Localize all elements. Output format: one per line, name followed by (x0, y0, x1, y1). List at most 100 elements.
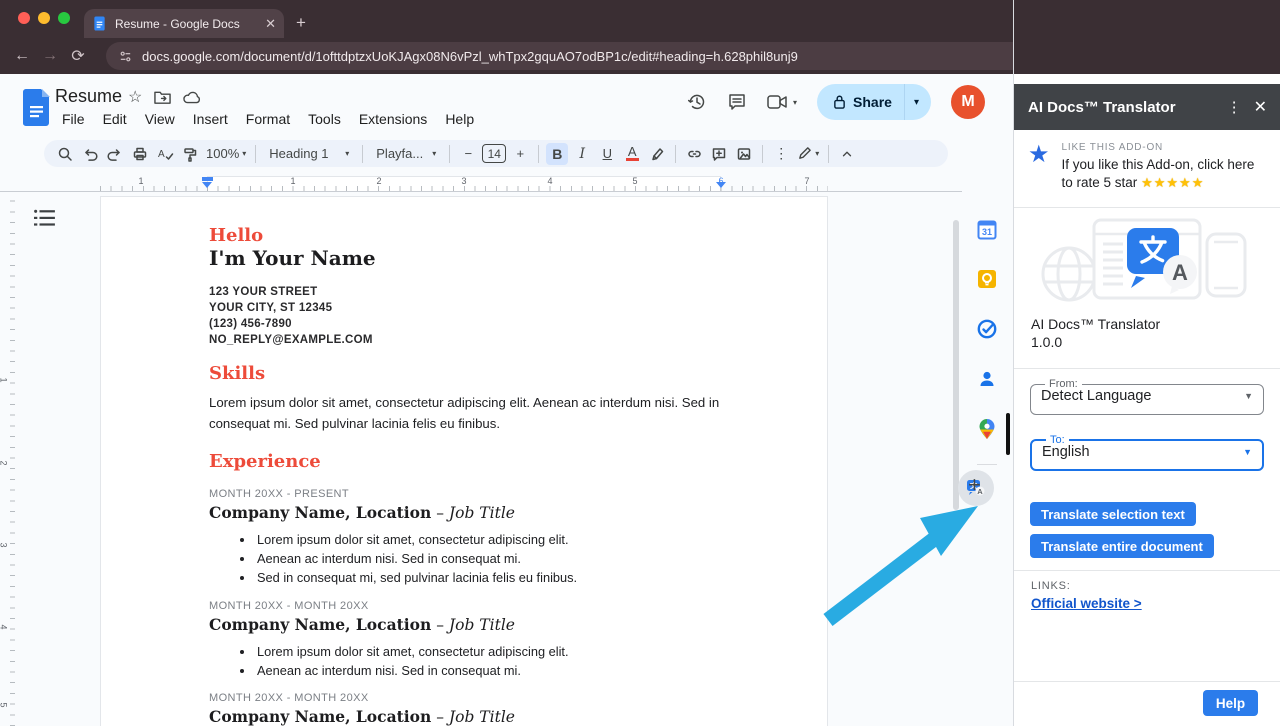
decrease-font-size-button[interactable]: − (457, 143, 479, 165)
editing-mode-select[interactable]: ▾ (795, 143, 821, 165)
rate-addon-block[interactable]: ★ LIKE THIS ADD-ON If you like this Add-… (1028, 142, 1268, 191)
forward-icon[interactable]: → (36, 47, 64, 65)
hide-menus-chevron-icon[interactable] (836, 143, 858, 165)
menu-format[interactable]: Format (239, 110, 297, 128)
doc-heading-hello: Hello (209, 225, 723, 246)
from-caret-icon: ▼ (1244, 391, 1253, 401)
menu-bar: File Edit View Insert Format Tools Exten… (55, 110, 481, 128)
increase-font-size-button[interactable]: + (509, 143, 531, 165)
get-add-ons-plus-button[interactable]: + (968, 472, 981, 498)
highlight-color-icon[interactable] (646, 143, 668, 165)
addon-menu-kebab-icon[interactable]: ⋮ (1215, 98, 1254, 116)
entry-dash: – (436, 504, 444, 522)
vertical-ruler[interactable]: 1 2 3 4 5 (0, 192, 16, 726)
fullscreen-window-button[interactable] (58, 12, 70, 24)
from-value: Detect Language (1041, 388, 1151, 404)
menu-help[interactable]: Help (438, 110, 481, 128)
new-tab-button[interactable]: + (296, 13, 306, 33)
font-select[interactable]: Playfa...▾ (370, 143, 442, 165)
ruler-number: 5 (630, 176, 640, 186)
calendar-icon[interactable]: 31 (974, 217, 1000, 243)
undo-icon[interactable] (79, 143, 101, 165)
share-caret-icon[interactable]: ▾ (905, 97, 931, 108)
share-button[interactable]: Share (817, 94, 904, 110)
font-size-input[interactable]: 14 (482, 144, 506, 163)
menu-extensions[interactable]: Extensions (352, 110, 434, 128)
addon-close-icon[interactable]: ✕ (1254, 97, 1267, 117)
tab-close-icon[interactable]: ✕ (265, 16, 276, 32)
version-history-icon[interactable] (687, 92, 707, 112)
window-controls[interactable] (18, 12, 70, 24)
sidebar-chrome-fill (1014, 0, 1280, 84)
from-language-select[interactable]: From: Detect Language▼ (1030, 378, 1264, 415)
left-indent-marker[interactable] (202, 177, 213, 188)
zoom-select[interactable]: 100%▾ (204, 143, 248, 165)
close-window-button[interactable] (18, 12, 30, 24)
bold-button[interactable]: B (546, 143, 568, 165)
docs-profile-avatar[interactable]: M (951, 85, 985, 119)
to-value: English (1042, 444, 1090, 460)
doc-heading-name: I'm Your Name (209, 246, 723, 271)
doc-heading-experience: Experience (209, 451, 723, 472)
to-language-select[interactable]: To: English▼ (1030, 434, 1264, 471)
doc-contact-city: YOUR CITY, ST 12345 (209, 300, 723, 316)
menu-view[interactable]: View (138, 110, 182, 128)
paint-format-icon[interactable] (179, 143, 201, 165)
addon-header: AI Docs™ Translator ⋮ ✕ (1014, 84, 1280, 130)
show-outline-icon[interactable] (32, 208, 58, 230)
url-bar[interactable]: docs.google.com/document/d/1ofttdptzxUoK… (106, 42, 1064, 70)
tasks-icon[interactable] (974, 316, 1000, 342)
menu-tools[interactable]: Tools (301, 110, 348, 128)
ruler-number: 2 (374, 176, 384, 186)
redo-icon[interactable] (104, 143, 126, 165)
menu-file[interactable]: File (55, 110, 92, 128)
translate-selection-button[interactable]: Translate selection text (1030, 502, 1196, 526)
contacts-icon[interactable] (974, 366, 1000, 392)
reload-icon[interactable]: ⟳ (64, 46, 92, 66)
links-heading: LINKS: (1031, 580, 1071, 592)
ruler-number: 2 (0, 460, 9, 465)
minimize-window-button[interactable] (38, 12, 50, 24)
panel-resize-handle[interactable] (1006, 413, 1010, 455)
search-menus-icon[interactable] (54, 143, 76, 165)
insert-link-icon[interactable] (683, 143, 705, 165)
paragraph-style-select[interactable]: Heading 1▾ (263, 143, 355, 165)
text-color-button[interactable]: A (621, 143, 643, 165)
official-website-link[interactable]: Official website > (1031, 596, 1142, 611)
more-toolbar-kebab-icon[interactable]: ⋮ (770, 143, 792, 165)
menu-edit[interactable]: Edit (96, 110, 134, 128)
star-document-icon[interactable]: ☆ (128, 87, 142, 107)
browser-tab[interactable]: Resume - Google Docs ✕ (84, 9, 284, 38)
maps-icon[interactable] (974, 416, 1000, 442)
entry-bullet: Lorem ipsum dolor sit amet, consectetur … (255, 642, 723, 661)
ruler-number: 4 (545, 176, 555, 186)
add-comment-icon[interactable] (708, 143, 730, 165)
horizontal-ruler[interactable]: 1 1 2 3 4 5 6 7 (0, 176, 1013, 192)
google-docs-logo[interactable] (22, 89, 50, 126)
keep-icon[interactable] (974, 266, 1000, 292)
svg-text:A: A (158, 149, 165, 160)
entry-company: Company Name, Location (209, 615, 431, 634)
meet-call-button[interactable]: ▾ (767, 94, 797, 110)
entry-dates: MONTH 20XX - MONTH 20XX (209, 599, 723, 613)
right-indent-marker[interactable] (716, 182, 726, 188)
print-icon[interactable] (129, 143, 151, 165)
move-to-folder-icon[interactable] (154, 90, 171, 105)
help-button[interactable]: Help (1203, 690, 1258, 716)
ruler-number: 3 (459, 176, 469, 186)
spell-check-icon[interactable]: A (154, 143, 176, 165)
document-page[interactable]: Hello I'm Your Name 123 YOUR STREET YOUR… (100, 196, 828, 726)
document-status-cloud-icon[interactable] (183, 91, 201, 104)
back-icon[interactable]: ← (8, 47, 36, 65)
site-settings-icon[interactable] (118, 49, 133, 64)
insert-image-icon[interactable] (733, 143, 755, 165)
document-scrollbar[interactable] (953, 220, 959, 510)
translate-document-button[interactable]: Translate entire document (1030, 534, 1214, 558)
menu-insert[interactable]: Insert (186, 110, 235, 128)
underline-button[interactable]: U (596, 143, 618, 165)
share-button-group[interactable]: Share ▾ (817, 84, 931, 120)
comments-icon[interactable] (727, 92, 747, 112)
entry-bullet: Lorem ipsum dolor sit amet, consectetur … (255, 530, 723, 549)
document-title[interactable]: Resume (55, 86, 122, 107)
italic-button[interactable]: I (571, 143, 593, 165)
